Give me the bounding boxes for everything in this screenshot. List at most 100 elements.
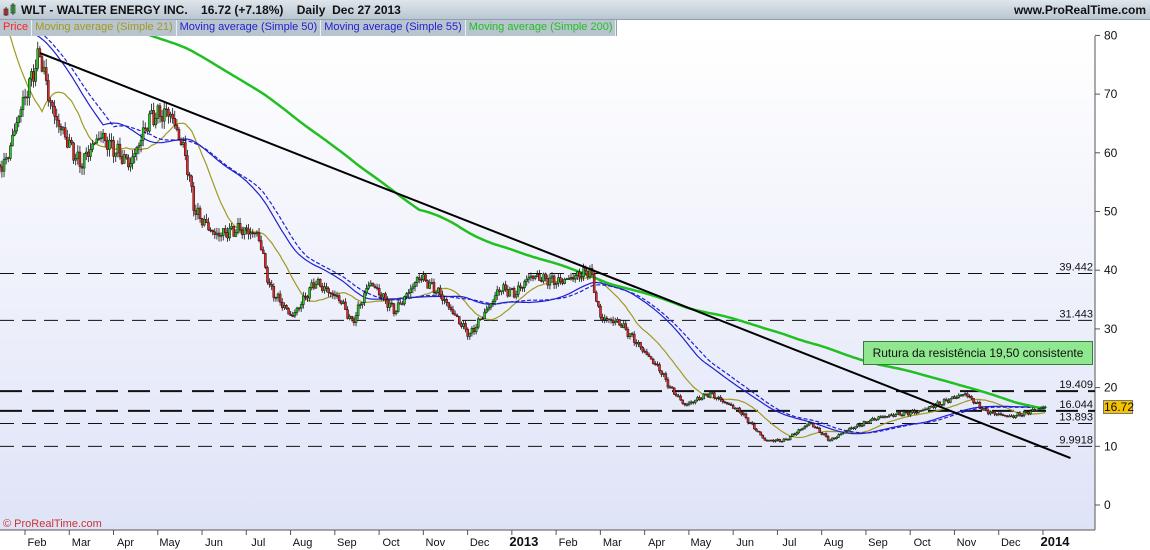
candle xyxy=(928,405,931,410)
candle-body xyxy=(968,395,971,398)
candle-body xyxy=(342,301,345,304)
candle-body xyxy=(557,277,560,284)
candle-body xyxy=(30,71,33,80)
x-tick-label: 2014 xyxy=(1041,534,1071,549)
site-link[interactable]: www.ProRealTime.com xyxy=(1014,3,1146,17)
candle-body xyxy=(576,271,579,276)
candle-body xyxy=(51,101,54,107)
candle-body xyxy=(795,432,798,435)
x-tick-label: Jun xyxy=(736,537,754,549)
candle-body xyxy=(923,408,927,411)
candle-body xyxy=(542,273,545,282)
legend-ma200[interactable]: Moving average (Simple 200) xyxy=(466,20,617,36)
candle-body xyxy=(704,393,708,396)
candle-body xyxy=(177,129,181,140)
candle-body xyxy=(1041,407,1045,409)
candle-body xyxy=(403,296,406,305)
candle-body xyxy=(930,405,933,408)
candle-body xyxy=(603,317,606,321)
candle-body xyxy=(734,408,737,410)
candle xyxy=(757,430,760,433)
candle-body xyxy=(984,408,988,411)
candle-body xyxy=(831,437,834,441)
candle-body xyxy=(978,402,982,408)
candle xyxy=(148,110,151,133)
candle-body xyxy=(803,426,807,429)
candle-body xyxy=(394,311,398,315)
candle-body xyxy=(666,379,670,388)
candle-body xyxy=(536,274,539,277)
candle-body xyxy=(786,439,790,441)
y-tick-label: 50 xyxy=(1104,205,1118,219)
candle-body xyxy=(514,294,518,298)
candle-body xyxy=(713,392,716,398)
candle-body xyxy=(921,409,925,412)
legend-ma50[interactable]: Moving average (Simple 50) xyxy=(177,20,322,36)
candle xyxy=(424,273,427,282)
candle-body xyxy=(217,232,221,237)
candle-body xyxy=(932,405,935,408)
candle-body xyxy=(55,116,58,121)
legend-ma21[interactable]: Moving average (Simple 21) xyxy=(32,20,177,36)
candle-body xyxy=(337,295,341,302)
candle-body xyxy=(304,295,307,298)
candle xyxy=(1035,409,1039,412)
candle-body xyxy=(255,232,259,235)
candle-body xyxy=(506,289,510,297)
candle-body xyxy=(554,283,558,285)
candle-body xyxy=(68,139,71,148)
candle-body xyxy=(101,132,105,139)
candle-body xyxy=(677,395,680,398)
candle xyxy=(673,387,676,396)
candle-body xyxy=(748,422,752,424)
candle xyxy=(982,408,986,411)
candle-body xyxy=(436,287,440,293)
candle-body xyxy=(34,68,37,82)
candle-body xyxy=(991,411,994,413)
candle-body xyxy=(259,240,263,251)
candle-body xyxy=(628,333,632,338)
candle-body xyxy=(609,319,613,321)
y-tick-label: 80 xyxy=(1104,28,1118,42)
price-chart: 39.442 31.443 19.409 16.04413.893 9.9918 0 10 2… xyxy=(0,0,1118,549)
candle-body xyxy=(578,271,581,278)
candle-body xyxy=(238,222,242,231)
candle-body xyxy=(843,431,847,434)
candle-body xyxy=(122,154,126,164)
copyright: © ProRealTime.com xyxy=(3,518,102,530)
candle-body xyxy=(500,290,503,293)
candle-body xyxy=(285,305,288,309)
legend-ma55[interactable]: Moving average (Simple 55) xyxy=(321,20,466,36)
legend-price[interactable]: Price xyxy=(0,20,33,36)
y-tick-label: 30 xyxy=(1104,322,1118,336)
candle-body xyxy=(401,303,404,306)
candle-body xyxy=(291,315,295,317)
candle xyxy=(512,286,516,299)
candle-body xyxy=(822,433,826,435)
candle-body xyxy=(1012,415,1015,418)
last-price-tag: 16.72 xyxy=(1103,400,1135,414)
candle-body xyxy=(1003,414,1007,417)
candle-body xyxy=(909,411,912,416)
candle-body xyxy=(856,423,859,427)
candle-body xyxy=(462,323,465,327)
candle-body xyxy=(340,300,343,304)
candle-body xyxy=(742,413,746,415)
candle-body xyxy=(1035,409,1039,412)
candle-body xyxy=(567,278,571,280)
candle-body xyxy=(129,163,132,168)
candle-body xyxy=(156,105,160,119)
candle-body xyxy=(917,410,920,413)
candle-body xyxy=(188,174,191,177)
candle-body xyxy=(656,363,659,366)
candle-body xyxy=(310,282,313,288)
candle-body xyxy=(791,433,794,437)
candle-body xyxy=(276,293,280,298)
candle-body xyxy=(928,406,931,410)
candle-body xyxy=(582,267,585,277)
candle-body xyxy=(152,110,155,126)
candle-body xyxy=(451,309,455,314)
candle-body xyxy=(209,229,212,232)
candle-body xyxy=(997,413,1001,415)
candle-body xyxy=(550,275,554,279)
